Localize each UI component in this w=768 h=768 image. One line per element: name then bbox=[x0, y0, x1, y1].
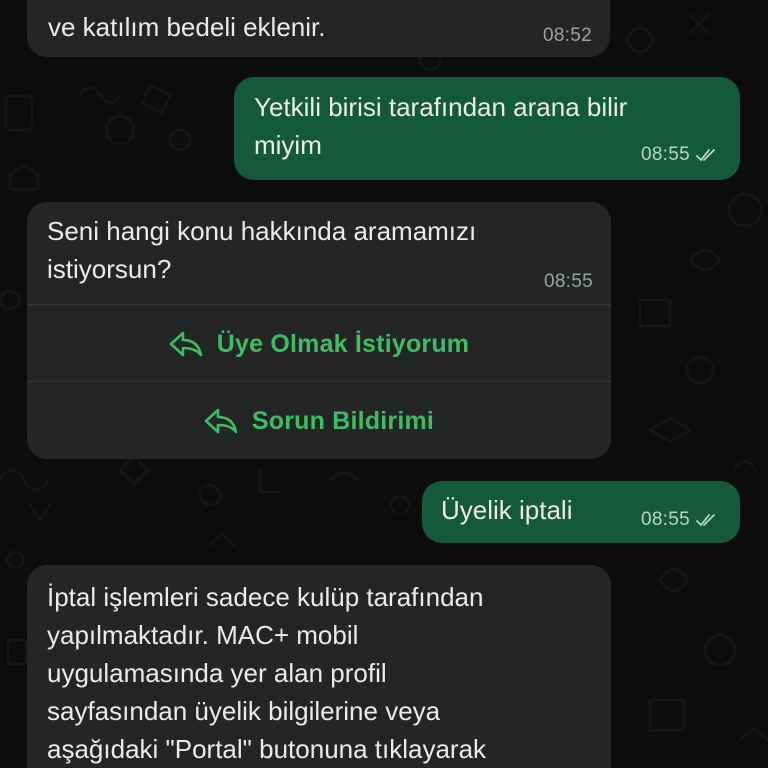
message-text: Seni hangi konu hakkında aramamızı istiy… bbox=[47, 216, 477, 284]
quick-reply-label: Sorun Bildirimi bbox=[251, 406, 435, 435]
message-text: İptal işlemleri sadece kulüp tarafından … bbox=[47, 582, 487, 764]
chat-conversation: ve katılım bedeli eklenir. 08:52 Yetkili… bbox=[0, 0, 768, 768]
message-timestamp: 08:52 bbox=[542, 25, 592, 46]
message-text: ve katılım bedeli eklenir. bbox=[48, 12, 326, 42]
quick-reply-label: Üye Olmak İstiyorum bbox=[216, 329, 470, 358]
quick-reply-button[interactable]: Üye Olmak İstiyorum bbox=[27, 304, 611, 382]
message-bubble-incoming[interactable]: İptal işlemleri sadece kulüp tarafından … bbox=[27, 565, 611, 768]
quick-reply-button[interactable]: Sorun Bildirimi bbox=[27, 381, 611, 459]
message-bubble-outgoing[interactable]: Üyelik iptali 08:55 bbox=[422, 481, 740, 543]
read-ticks-icon bbox=[696, 514, 715, 527]
message-timestamp: 08:55 bbox=[640, 144, 690, 165]
reply-arrow-icon bbox=[169, 331, 203, 356]
message-meta: 08:55 bbox=[641, 510, 720, 530]
reply-arrow-icon bbox=[204, 408, 238, 433]
message-bubble-incoming[interactable]: Seni hangi konu hakkında aramamızı istiy… bbox=[27, 202, 611, 459]
message-timestamp: 08:55 bbox=[640, 509, 690, 530]
read-ticks-icon bbox=[696, 149, 715, 162]
message-bubble-incoming[interactable]: ve katılım bedeli eklenir. 08:52 bbox=[27, 0, 610, 57]
message-meta: 08:55 bbox=[641, 145, 720, 165]
message-timestamp: 08:55 bbox=[543, 271, 593, 292]
message-bubble-outgoing[interactable]: Yetkili birisi tarafından arana bilir mi… bbox=[234, 77, 740, 180]
